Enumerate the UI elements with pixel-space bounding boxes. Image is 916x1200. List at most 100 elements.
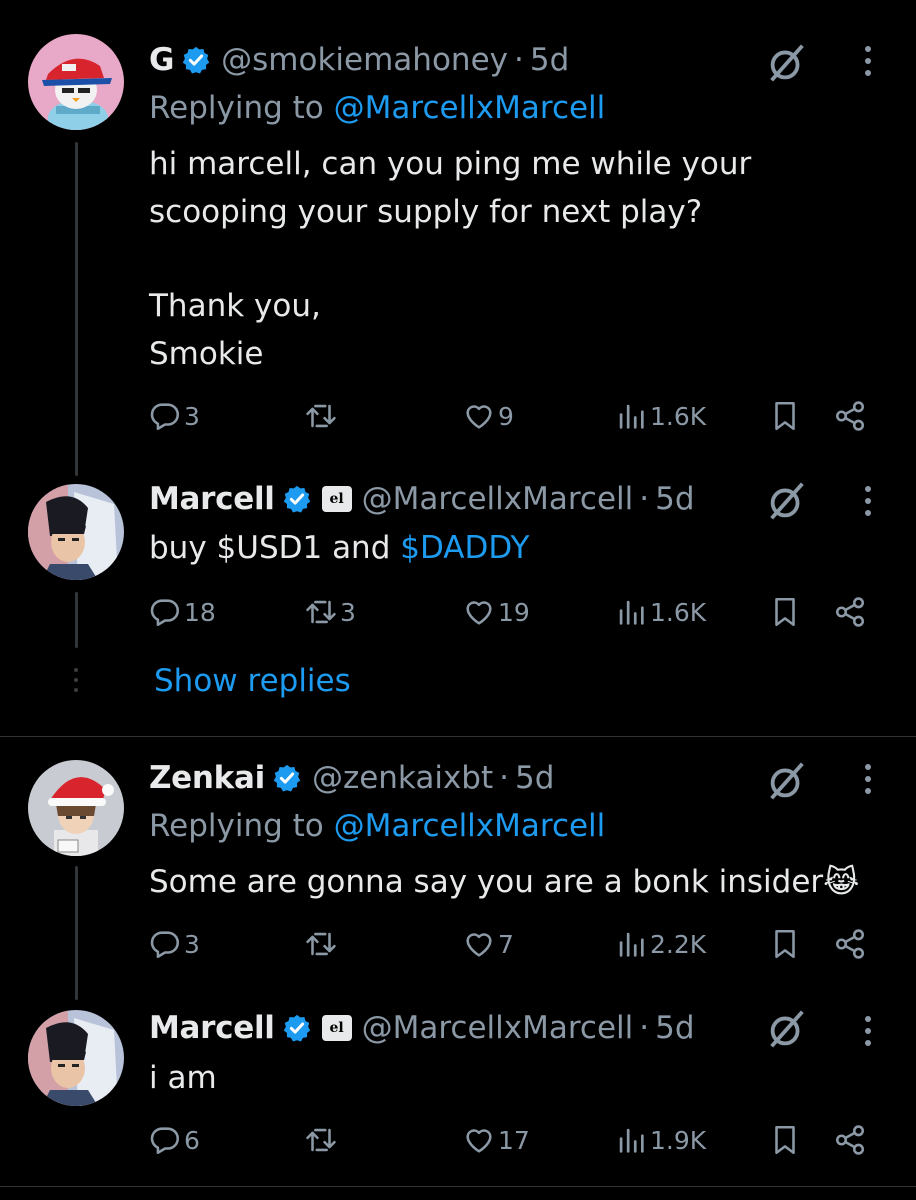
grok-icon[interactable] — [764, 758, 810, 804]
retweet-icon — [304, 399, 338, 433]
tweet-header: Marcell el @MarcellxMarcell · 5d — [149, 1008, 695, 1048]
bookmark-icon[interactable] — [768, 1123, 802, 1157]
affiliate-badge[interactable]: el — [321, 1015, 352, 1041]
views-button[interactable]: 1.9K — [614, 1122, 706, 1158]
bookmark-icon[interactable] — [768, 595, 802, 629]
tweet-header: Zenkai @zenkaixbt · 5d — [149, 758, 554, 798]
reply-count: 3 — [184, 929, 200, 959]
like-button[interactable]: 7 — [462, 926, 514, 962]
share-icon[interactable] — [833, 1123, 867, 1157]
avatar-marcell[interactable] — [28, 484, 124, 580]
divider — [0, 1186, 916, 1187]
avatar-smokie[interactable] — [28, 34, 124, 130]
views-button[interactable]: 2.2K — [614, 926, 706, 962]
replying-to: Replying to @MarcellxMarcell — [149, 88, 605, 128]
replying-to-label: Replying to — [149, 808, 324, 844]
share-icon[interactable] — [833, 927, 867, 961]
views-count: 1.6K — [650, 401, 707, 431]
like-count: 9 — [498, 401, 514, 431]
verified-icon — [272, 763, 302, 793]
show-replies-link[interactable]: Show replies — [154, 663, 351, 699]
like-count: 17 — [498, 1125, 530, 1155]
display-name[interactable]: Zenkai — [149, 758, 265, 798]
reply-icon — [148, 399, 182, 433]
views-icon — [614, 927, 648, 961]
grok-icon[interactable] — [764, 40, 810, 86]
bookmark-icon[interactable] — [768, 399, 802, 433]
separator: · — [513, 42, 524, 78]
retweet-button[interactable] — [304, 1122, 340, 1158]
affiliate-label: el — [329, 1020, 344, 1036]
avatar-zenkai[interactable] — [28, 760, 124, 856]
bookmark-icon[interactable] — [768, 927, 802, 961]
tweet-header: Marcell el @MarcellxMarcell · 5d — [149, 479, 695, 519]
verified-icon — [181, 45, 211, 75]
reply-count: 18 — [184, 597, 216, 627]
avatar-marcell[interactable] — [28, 1010, 124, 1106]
like-icon — [462, 927, 496, 961]
reply-button[interactable]: 18 — [148, 594, 216, 630]
like-button[interactable]: 17 — [462, 1122, 530, 1158]
retweet-icon — [304, 595, 338, 629]
reply-count: 3 — [184, 401, 200, 431]
reply-button[interactable]: 3 — [148, 926, 200, 962]
timestamp[interactable]: 5d — [515, 758, 554, 798]
views-icon — [614, 399, 648, 433]
replying-to-handle[interactable]: @MarcellxMarcell — [334, 90, 606, 126]
affiliate-label: el — [329, 491, 344, 507]
like-count: 7 — [498, 929, 514, 959]
cashtag-link[interactable]: $DADDY — [400, 530, 529, 566]
timestamp[interactable]: 5d — [655, 479, 694, 519]
reply-icon — [148, 595, 182, 629]
timestamp[interactable]: 5d — [655, 1008, 694, 1048]
verified-icon — [282, 484, 312, 514]
views-icon — [614, 1123, 648, 1157]
divider — [0, 736, 916, 737]
separator: · — [499, 760, 509, 796]
user-handle[interactable]: @zenkaixbt — [312, 758, 493, 798]
user-handle[interactable]: @smokiemahoney — [221, 40, 508, 80]
views-button[interactable]: 1.6K — [614, 594, 706, 630]
affiliate-badge[interactable]: el — [321, 486, 352, 512]
tweet-text-line: Smokie — [149, 336, 264, 372]
views-button[interactable]: 1.6K — [614, 398, 706, 434]
reply-icon — [148, 927, 182, 961]
timestamp[interactable]: 5d — [530, 40, 569, 80]
views-count: 1.9K — [650, 1125, 707, 1155]
grok-icon[interactable] — [764, 1006, 810, 1052]
tweet-header: G @smokiemahoney · 5d — [149, 40, 569, 80]
separator: · — [639, 1010, 650, 1046]
more-icon[interactable] — [862, 1016, 874, 1052]
display-name[interactable]: Marcell — [149, 1008, 275, 1048]
replying-to-handle[interactable]: @MarcellxMarcell — [334, 808, 606, 844]
thread-line — [75, 142, 78, 476]
grok-icon[interactable] — [764, 478, 810, 524]
more-icon[interactable] — [862, 46, 874, 82]
tweet-text-line: Thank you, — [149, 288, 321, 324]
retweet-icon — [304, 1123, 338, 1157]
like-icon — [462, 595, 496, 629]
retweet-button[interactable]: 3 — [304, 594, 356, 630]
reply-count: 6 — [184, 1125, 200, 1155]
display-name[interactable]: Marcell — [149, 479, 275, 519]
replying-to-label: Replying to — [149, 90, 324, 126]
more-icon[interactable] — [862, 764, 874, 800]
like-count: 19 — [498, 597, 530, 627]
display-name[interactable]: G — [149, 40, 174, 80]
share-icon[interactable] — [833, 595, 867, 629]
user-handle[interactable]: @MarcellxMarcell — [362, 479, 634, 519]
more-icon[interactable] — [862, 486, 874, 522]
retweet-button[interactable] — [304, 926, 340, 962]
like-icon — [462, 399, 496, 433]
retweet-count: 3 — [340, 597, 356, 627]
tweet-text-line: hi marcell, can you ping me while your — [149, 146, 752, 182]
like-button[interactable]: 19 — [462, 594, 530, 630]
tweet-text: i am — [149, 1060, 217, 1096]
retweet-button[interactable] — [304, 398, 340, 434]
share-icon[interactable] — [833, 399, 867, 433]
separator: · — [639, 481, 650, 517]
reply-button[interactable]: 6 — [148, 1122, 200, 1158]
user-handle[interactable]: @MarcellxMarcell — [362, 1008, 634, 1048]
like-button[interactable]: 9 — [462, 398, 514, 434]
reply-button[interactable]: 3 — [148, 398, 200, 434]
